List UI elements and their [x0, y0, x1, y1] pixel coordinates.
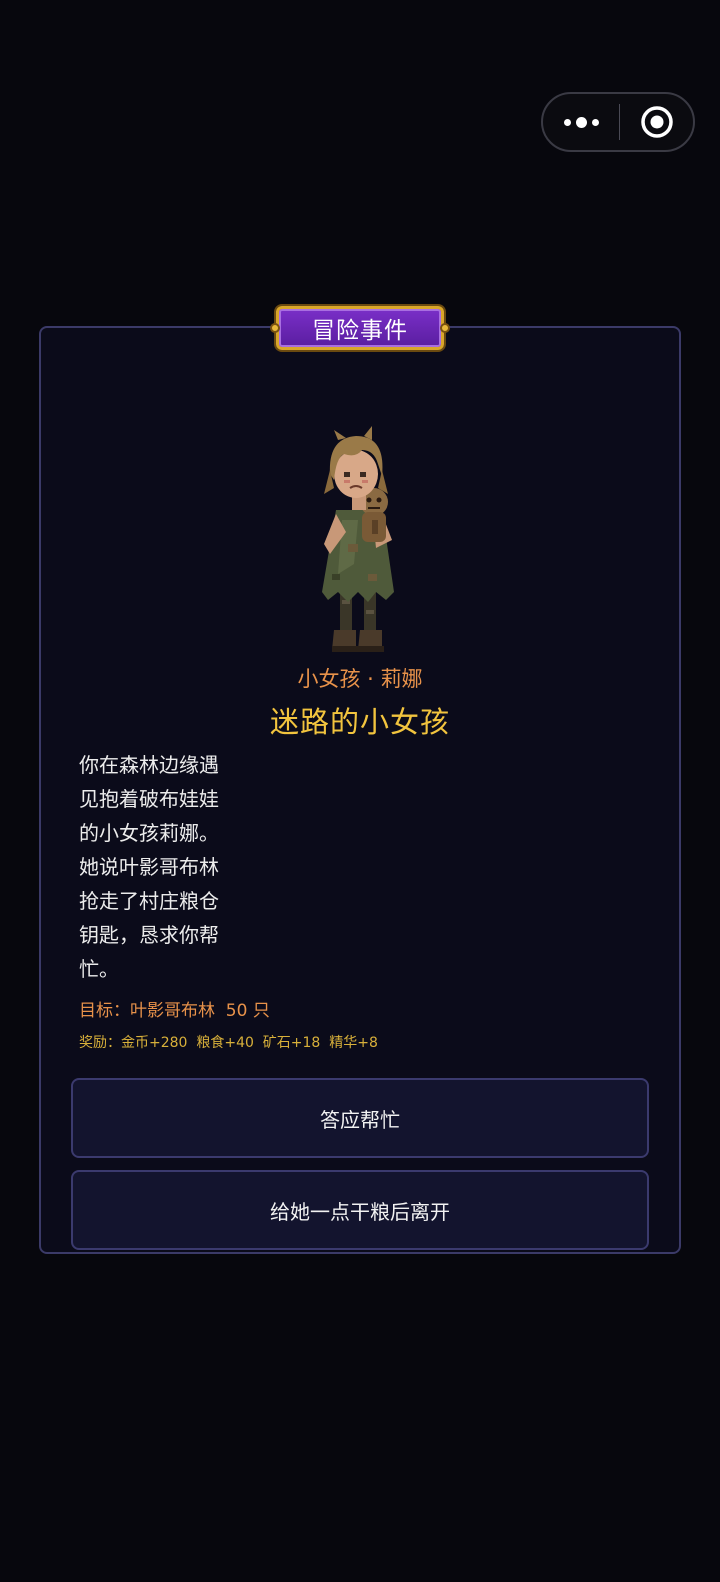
- npc-portrait: [322, 426, 394, 652]
- more-dots-icon[interactable]: [543, 94, 619, 150]
- badge-rivet-icon: [270, 323, 280, 333]
- event-badge-label: 冒险事件: [312, 318, 408, 344]
- event-badge: 冒险事件: [270, 306, 450, 350]
- event-reward: 奖励：金币+280 粮食+40 矿石+18 精华+8: [79, 1035, 378, 1051]
- accept-help-button[interactable]: 答应帮忙: [71, 1078, 649, 1158]
- give-food-and-leave-button[interactable]: 给她一点干粮后离开: [71, 1170, 649, 1250]
- screen: 冒险事件 小女孩 · 莉娜 迷路的小女孩 你在森林边缘遇见抱着破布娃娃的小女孩莉…: [0, 0, 720, 1582]
- npc-name: 小女孩 · 莉娜: [297, 667, 423, 691]
- target-circle-icon[interactable]: [620, 94, 693, 150]
- event-description: 你在森林边缘遇见抱着破布娃娃的小女孩莉娜。她说叶影哥布林抢走了村庄粮仓钥匙，恳求…: [79, 753, 219, 981]
- event-objective: 目标：叶影哥布林 50 只: [79, 1001, 270, 1021]
- badge-rivet-icon: [440, 323, 450, 333]
- event-title: 迷路的小女孩: [269, 705, 450, 739]
- miniprogram-capsule: [541, 92, 695, 152]
